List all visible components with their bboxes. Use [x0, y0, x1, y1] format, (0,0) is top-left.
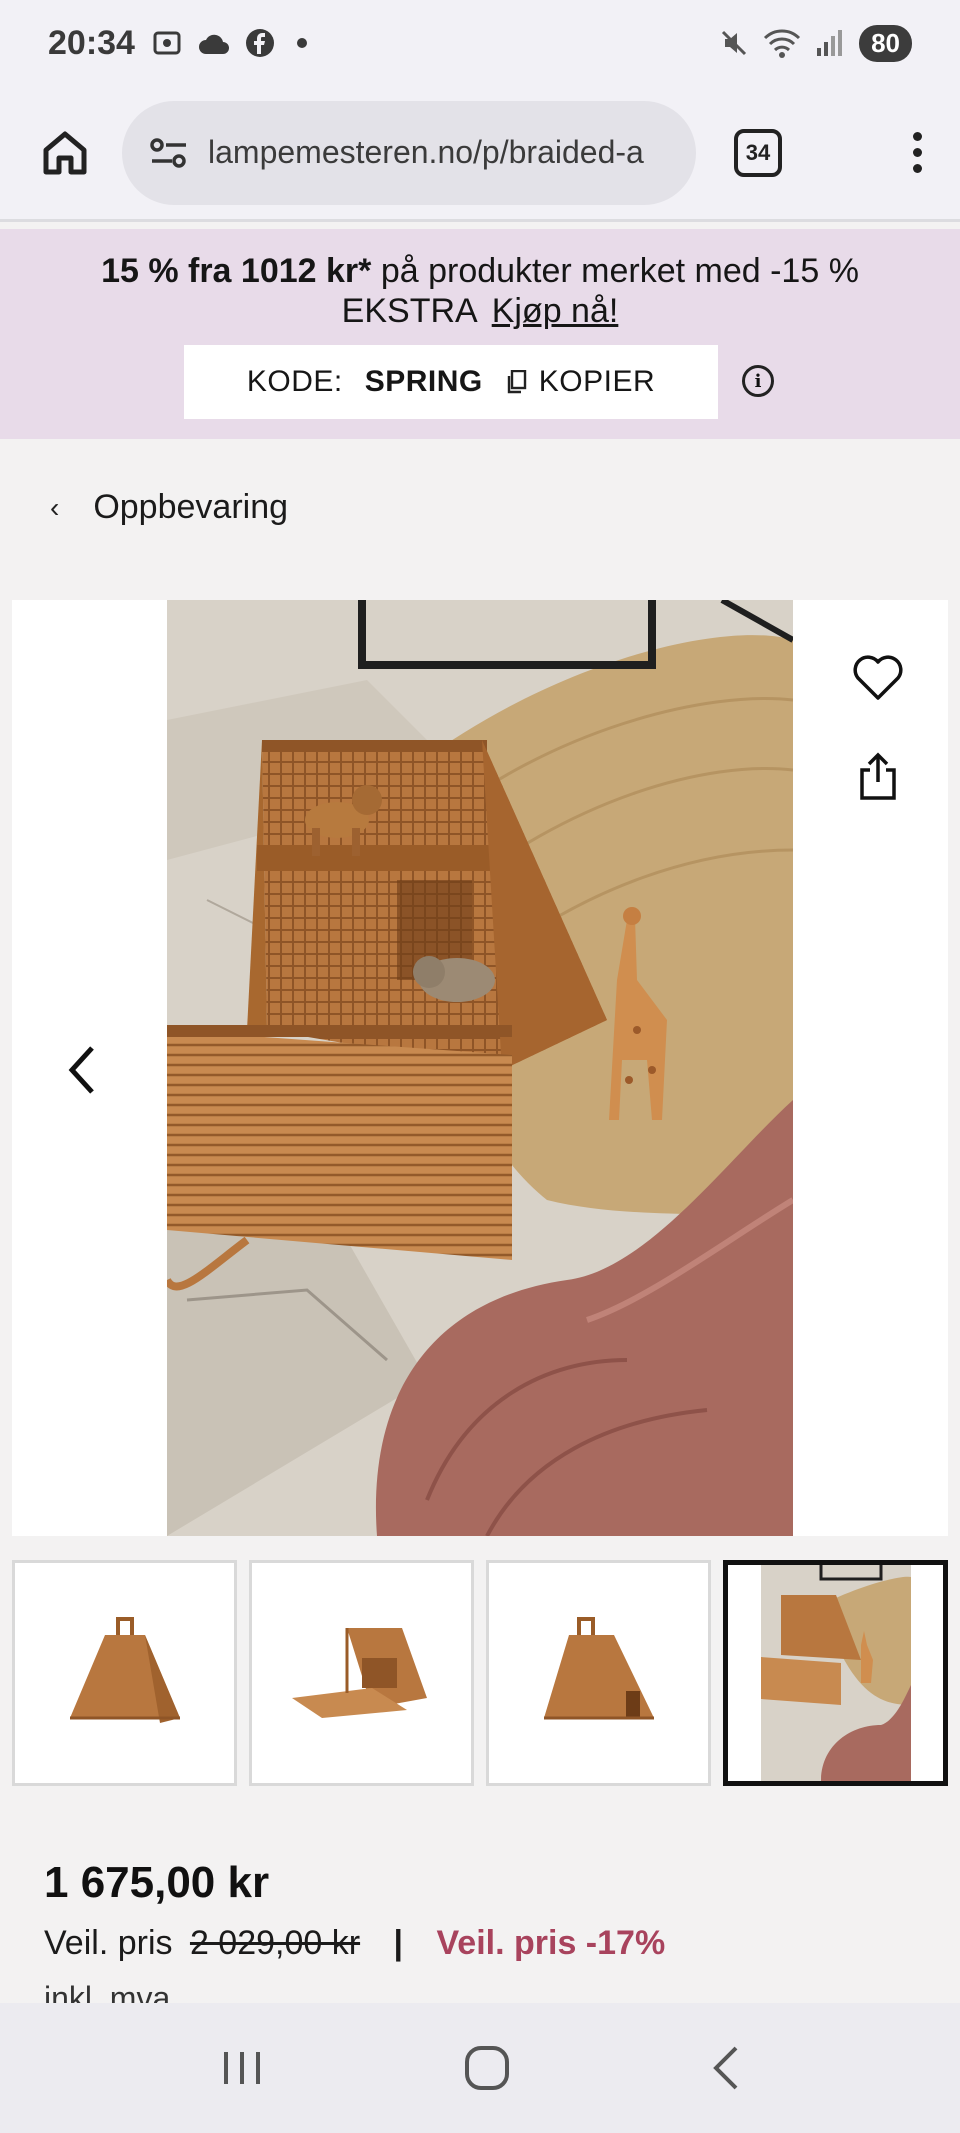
info-icon[interactable]: i [742, 365, 774, 397]
url-text: lampemesteren.no/p/braided-a [208, 134, 644, 170]
promo-headline-bold: 15 % fra 1012 kr* [101, 252, 372, 290]
thumbnail-3[interactable] [486, 1560, 711, 1786]
status-system-icons: 80 [719, 24, 912, 62]
rrp-label: Veil. pris [44, 1924, 173, 1962]
product-photo-illustration [167, 600, 793, 1536]
address-bar[interactable]: lampemesteren.no/p/braided-a [122, 100, 696, 205]
buy-now-link[interactable]: Kjøp nå! [492, 292, 619, 330]
heart-icon[interactable] [852, 654, 904, 702]
home-icon [43, 131, 87, 174]
thumbnail-basket-side [543, 1617, 654, 1720]
menu-dot [913, 132, 922, 141]
thumbnail-lifestyle [760, 1565, 911, 1781]
status-notification-icons [151, 27, 307, 59]
menu-dot [913, 148, 922, 157]
discount-code-box: KODE: SPRING KOPIER [184, 345, 718, 419]
product-gallery [12, 600, 948, 1536]
menu-dot [913, 164, 922, 173]
thumbnail-4[interactable] [723, 1560, 948, 1786]
discount-badge: Veil. pris -17% [436, 1924, 666, 1962]
promo-banner: 15 % fra 1012 kr* på produkter merket me… [0, 229, 960, 439]
browser-menu-button[interactable] [913, 132, 922, 173]
home-circle-icon [465, 2046, 509, 2090]
site-settings-icon[interactable] [148, 136, 190, 170]
cloud-icon [198, 34, 229, 54]
mute-icon [722, 30, 747, 56]
signal-icon [817, 30, 843, 56]
status-time: 20:34 [48, 23, 135, 62]
battery-indicator: 80 [859, 24, 912, 62]
product-price: 1 675,00 kr [44, 1858, 270, 1907]
price-separator: | [393, 1924, 404, 1962]
product-image[interactable] [167, 600, 793, 1536]
more-notifications-dot [296, 38, 307, 48]
back-icon [713, 2046, 738, 2090]
recent-apps-button[interactable] [220, 2048, 264, 2088]
thumbnail-1[interactable] [12, 1560, 237, 1786]
rrp-value: 2 029,00 kr [189, 1924, 361, 1962]
chevron-left-icon: ‹ [50, 491, 60, 523]
copy-code-button[interactable]: KOPIER [539, 365, 655, 399]
previous-image-arrow-icon[interactable] [62, 1040, 102, 1100]
recents-icon [224, 2052, 260, 2084]
breadcrumb-label: Oppbevaring [93, 488, 289, 526]
page: 20:34 80 lampemesteren.no/p/braided-a 34 [0, 0, 960, 2133]
copy-icon[interactable] [507, 370, 527, 394]
system-navigation-bar [0, 2003, 960, 2133]
home-nav-button[interactable] [464, 2045, 510, 2091]
promo-text: 15 % fra 1012 kr* på produkter merket me… [0, 229, 960, 331]
thumbnail-2[interactable] [249, 1560, 474, 1786]
share-icon[interactable] [858, 752, 898, 802]
tab-switcher-button[interactable]: 34 [734, 128, 782, 177]
code-value: SPRING [364, 365, 483, 398]
status-bar: 20:34 80 [0, 0, 960, 86]
breadcrumb[interactable]: ‹ Oppbevaring [50, 488, 288, 527]
thumbnail-strip [12, 1560, 948, 1786]
facebook-icon [245, 29, 274, 57]
back-nav-button[interactable] [710, 2045, 740, 2091]
screenshot-icon [153, 31, 181, 55]
wifi-icon [764, 29, 801, 58]
home-button[interactable] [30, 118, 100, 188]
thumbnail-basket-closed [69, 1617, 180, 1723]
price-comparison: Veil. pris 2 029,00 kr | Veil. pris -17% [44, 1924, 665, 1963]
browser-toolbar: lampemesteren.no/p/braided-a 34 [0, 86, 960, 222]
code-label: KODE: [246, 365, 343, 398]
thumbnail-basket-open [291, 1628, 427, 1718]
